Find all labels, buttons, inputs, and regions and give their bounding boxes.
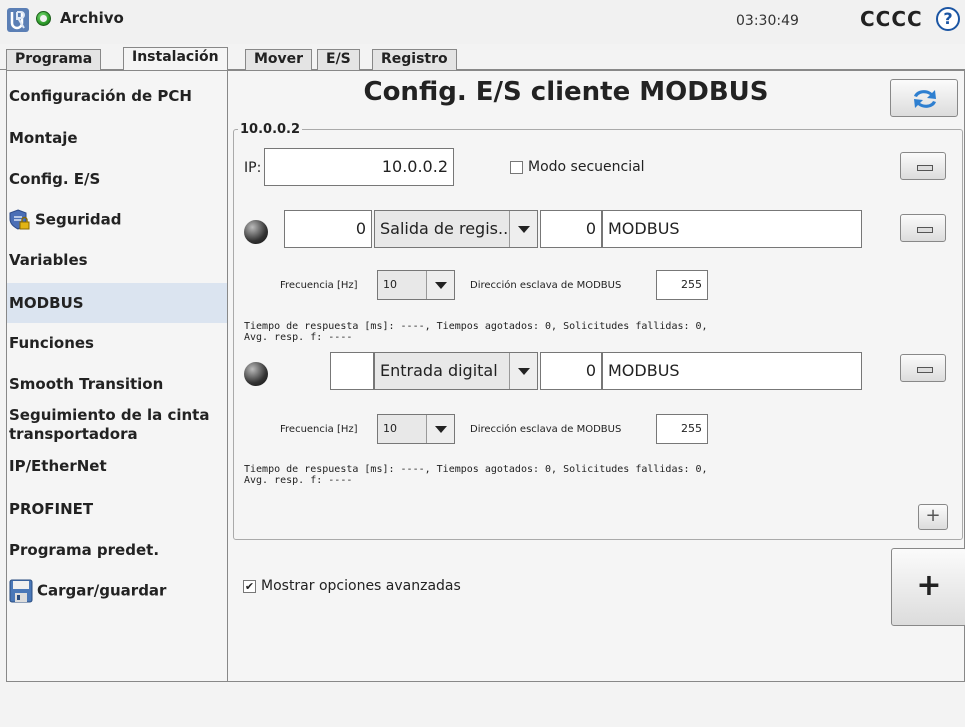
content-frame: Configuración de PCH Montaje Config. E/S… [6,70,965,682]
universal-robots-logo-icon [7,8,29,32]
signal-register-field[interactable]: 0 [540,210,602,248]
signal-register-field[interactable]: 0 [540,352,602,390]
group-title: 10.0.0.2 [238,122,303,137]
sidebar-item-label: PROFINET [9,500,94,518]
sidebar-item-profinet[interactable]: PROFINET [7,500,227,519]
clock: 03:30:49 [736,13,799,29]
signal-status-led-icon [244,220,268,244]
shield-lock-icon [9,209,30,230]
sidebar-item-label: Seguridad [35,210,122,229]
slave-address-label: Dirección esclava de MODBUS [470,424,622,435]
signal-address-field[interactable]: 0 [284,210,372,248]
sidebar-item-label: Cargar/guardar [37,581,167,600]
remove-signal-button[interactable] [900,354,946,382]
signal-stats-line: Tiempo de respuesta [ms]: ----, Tiempos … [244,321,708,332]
frequency-dropdown[interactable]: 10 [377,414,455,444]
tab-es[interactable]: E/S [317,49,360,70]
signal-name-field[interactable]: MODBUS [602,352,862,390]
chevron-down-icon [426,271,454,299]
frequency-value: 10 [383,422,397,435]
sidebar-item-programa-predet[interactable]: Programa predet. [7,541,227,560]
sidebar-item-modbus[interactable]: MODBUS [7,283,227,323]
sidebar-item-seguimiento-cinta[interactable]: Seguimiento de la cinta transportadora [7,406,217,444]
signal-type-dropdown[interactable]: Salida de regis... [374,210,538,248]
sidebar-item-montaje[interactable]: Montaje [7,129,227,148]
frequency-label: Frecuencia [Hz] [280,424,358,435]
sidebar-item-smooth-transition[interactable]: Smooth Transition [7,375,227,394]
frequency-label: Frecuencia [Hz] [280,280,358,291]
signal-type-value: Entrada digital [380,361,498,380]
sidebar-item-label: Seguimiento de la cinta transportadora [9,406,210,443]
signal-name-field[interactable]: MODBUS [602,210,862,248]
show-advanced-label: Mostrar opciones avanzadas [261,578,461,594]
tab-programa[interactable]: Programa [6,49,102,70]
floppy-disk-icon [9,579,33,603]
signal-type-dropdown[interactable]: Entrada digital [374,352,538,390]
signal-stats-line: Avg. resp. f: ---- [244,475,353,486]
slave-address-field[interactable]: 255 [656,270,708,300]
main-panel: Config. E/S cliente MODBUS 10.0.0.2 IP: … [229,71,965,681]
tab-registro[interactable]: Registro [372,49,457,70]
sidebar-item-label: MODBUS [9,294,84,312]
remove-signal-button[interactable] [900,214,946,242]
remove-unit-button[interactable] [900,152,946,180]
signal-stats-line: Avg. resp. f: ---- [244,332,353,343]
refresh-button[interactable] [890,79,958,117]
sidebar-item-variables[interactable]: Variables [7,251,227,270]
status-indicator-icon [36,11,51,26]
show-advanced-checkbox[interactable]: ✔ [243,580,256,593]
signal-address-field[interactable] [330,352,374,390]
tab-mover[interactable]: Mover [245,49,313,70]
sidebar-item-cargar-guardar[interactable]: Cargar/guardar [7,579,227,603]
sidebar-item-label: Configuración de PCH [9,87,192,105]
ip-label: IP: [244,160,262,176]
add-signal-button[interactable]: + [918,504,948,530]
sidebar-item-configuracion-pch[interactable]: Configuración de PCH [7,87,227,106]
add-unit-button[interactable]: + [891,548,965,626]
file-menu[interactable]: Archivo [60,9,124,27]
chevron-down-icon [426,415,454,443]
chevron-down-icon [509,353,537,389]
sidebar-item-label: IP/EtherNet [9,457,107,475]
sequential-mode-label: Modo secuencial [528,159,645,175]
frequency-value: 10 [383,278,397,291]
sidebar: Configuración de PCH Montaje Config. E/S… [7,71,228,681]
sidebar-item-label: Smooth Transition [9,375,164,393]
sidebar-item-seguridad[interactable]: Seguridad [7,209,227,231]
signal-status-led-icon [244,362,268,386]
sidebar-item-funciones[interactable]: Funciones [7,334,227,353]
help-button[interactable]: ? [936,7,960,31]
sidebar-item-config-es[interactable]: Config. E/S [7,170,227,189]
slave-address-field[interactable]: 255 [656,414,708,444]
sidebar-item-label: Config. E/S [9,170,101,188]
tab-instalacion[interactable]: Instalación [123,47,228,71]
frequency-dropdown[interactable]: 10 [377,270,455,300]
refresh-icon [914,90,936,108]
sidebar-item-ip-ethernet[interactable]: IP/EtherNet [7,457,227,476]
sidebar-item-label: Variables [9,251,88,269]
modbus-unit-group: 10.0.0.2 IP: 10.0.0.2 Modo secuencial 0 … [233,122,963,540]
page-title: Config. E/S cliente MODBUS [363,77,769,107]
sidebar-item-label: Montaje [9,129,78,147]
ip-field[interactable]: 10.0.0.2 [264,148,454,186]
sequential-mode-checkbox[interactable] [510,161,523,174]
bottom-strip [0,682,965,727]
signal-stats-line: Tiempo de respuesta [ms]: ----, Tiempos … [244,464,708,475]
slave-address-label: Dirección esclava de MODBUS [470,280,622,291]
top-bar: Archivo 03:30:49 CCCC ? [0,0,965,44]
sidebar-item-label: Funciones [9,334,94,352]
chevron-down-icon [509,211,537,247]
robot-name: CCCC [860,7,923,31]
main-tabs: Programa Instalación Mover E/S Registro [0,44,965,71]
sidebar-item-label: Programa predet. [9,541,160,559]
signal-type-value: Salida de regis... [380,219,514,238]
